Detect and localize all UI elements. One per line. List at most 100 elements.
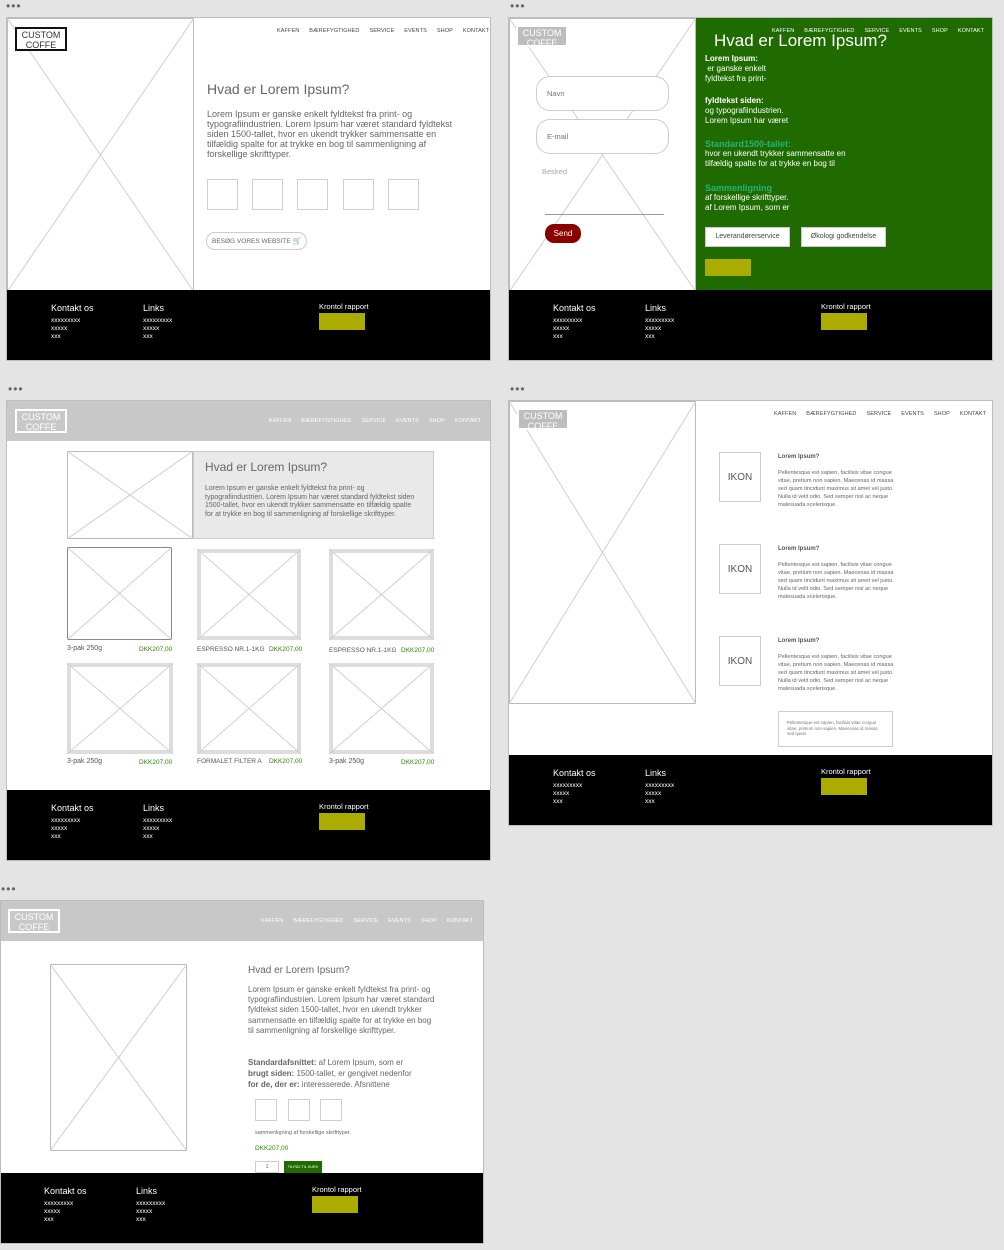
footer-link[interactable]: xxxxx bbox=[143, 825, 172, 833]
footer-report-button[interactable] bbox=[821, 313, 867, 330]
footer-link[interactable]: xxxxxxxxx bbox=[645, 317, 674, 325]
eco-approval-button[interactable]: Økologi godkendelse bbox=[801, 227, 886, 247]
nav-item-kontakt[interactable]: KONTAKT bbox=[463, 28, 489, 34]
product-image[interactable] bbox=[197, 549, 301, 640]
thumb-box[interactable] bbox=[207, 179, 238, 210]
footer-link[interactable]: xxx bbox=[645, 333, 674, 341]
footer-report-heading: Krontol rapport bbox=[319, 802, 369, 811]
nav-item-kaffen[interactable]: KAFFEN bbox=[261, 918, 283, 924]
logo-line: CUSTOM bbox=[523, 411, 563, 421]
nav-item-kaffen[interactable]: KAFFEN bbox=[269, 418, 291, 424]
product-image[interactable] bbox=[329, 549, 434, 640]
quantity-stepper[interactable]: 1 bbox=[255, 1161, 279, 1173]
footer-link[interactable]: xxx bbox=[143, 333, 172, 341]
product-name[interactable]: 3-pak 250g bbox=[67, 758, 102, 765]
nav-item-shop[interactable]: SHOP bbox=[437, 28, 453, 34]
footer-line: xxxxxxxxx bbox=[553, 782, 583, 789]
logo[interactable]: CUSTOM COFFE bbox=[8, 909, 60, 933]
footer-link[interactable]: xxx bbox=[645, 798, 674, 806]
footer-link[interactable]: xxx bbox=[143, 833, 172, 841]
thumb-box[interactable] bbox=[297, 179, 328, 210]
footer-link[interactable]: xxxxx bbox=[645, 790, 674, 798]
supplier-service-button[interactable]: Leverandørerservice bbox=[705, 227, 790, 247]
footer-link[interactable]: xxxxx bbox=[645, 325, 674, 333]
nav-item-events[interactable]: EVENTS bbox=[899, 28, 922, 34]
footer-link[interactable]: xxxxxxxxx bbox=[143, 817, 172, 825]
product-name[interactable]: ESPRESSO NR.1-1KG bbox=[197, 646, 265, 653]
product-name[interactable]: ESPRESSO NR.1-1KG bbox=[329, 647, 397, 654]
product-image[interactable] bbox=[67, 663, 173, 754]
variant-option[interactable] bbox=[320, 1099, 342, 1121]
nav-item-service[interactable]: SERVICE bbox=[354, 918, 379, 924]
footer-link[interactable]: xxx bbox=[136, 1216, 165, 1224]
product-image[interactable] bbox=[67, 547, 172, 640]
footer-links-lines: xxxxxxxxx xxxxx xxx bbox=[136, 1200, 165, 1224]
logo[interactable]: CUSTOM COFFE bbox=[517, 408, 569, 431]
product-image[interactable] bbox=[197, 663, 301, 754]
window-dots: ••• bbox=[8, 382, 24, 396]
footer-link[interactable]: xxxxxxxxx bbox=[136, 1200, 165, 1208]
logo[interactable]: CUSTOM COFFE bbox=[15, 27, 67, 51]
send-button[interactable]: Send bbox=[545, 224, 581, 243]
nav-item-events[interactable]: EVENTS bbox=[901, 411, 924, 417]
nav-item-events[interactable]: EVENTS bbox=[388, 918, 411, 924]
footer-contact-heading: Kontakt os bbox=[51, 303, 94, 313]
logo[interactable]: CUSTOM COFFE bbox=[516, 25, 568, 48]
wireframe-home: CUSTOM COFFE KAFFEN BÆREFYGTIGHED SERVIC… bbox=[6, 17, 491, 361]
product-name[interactable]: FORMALET FILTER A bbox=[197, 758, 262, 765]
thumb-box[interactable] bbox=[388, 179, 419, 210]
email-field[interactable] bbox=[536, 119, 669, 154]
intro-image-placeholder bbox=[67, 451, 193, 539]
nav-item-baeredygtighed[interactable]: BÆREFYGTIGHED bbox=[806, 411, 856, 417]
variant-option[interactable] bbox=[255, 1099, 277, 1121]
nav-item-kaffen[interactable]: KAFFEN bbox=[277, 28, 299, 34]
spec-key: brugt siden: bbox=[248, 1069, 295, 1078]
message-field[interactable]: Besked bbox=[542, 167, 567, 176]
nav-item-kontakt[interactable]: KONTAKT bbox=[447, 918, 473, 924]
product-name[interactable]: 3-pak 250g bbox=[329, 758, 364, 765]
nav-item-events[interactable]: EVENTS bbox=[404, 28, 427, 34]
footer-report-button[interactable] bbox=[319, 313, 365, 330]
nav-item-baeredygtighed[interactable]: BÆREFYGTIGHED bbox=[309, 28, 359, 34]
product-image[interactable] bbox=[329, 663, 434, 754]
footer-link[interactable]: xxxxx bbox=[136, 1208, 165, 1216]
panel-action-button[interactable] bbox=[705, 259, 751, 276]
footer-report-button[interactable] bbox=[821, 778, 867, 795]
nav-item-kontakt[interactable]: KONTAKT bbox=[958, 28, 984, 34]
name-field[interactable] bbox=[536, 76, 669, 111]
add-to-cart-button[interactable]: TILFØJ TIL KURV bbox=[284, 1161, 322, 1173]
nav-item-baeredygtighed[interactable]: BÆREFYGTIGHED bbox=[293, 918, 343, 924]
nav-item-baeredygtighed[interactable]: BÆREFYGTIGHED bbox=[301, 418, 351, 424]
info-block: fyldtekst siden: og typografiindustrien.… bbox=[705, 96, 788, 126]
nav-item-shop[interactable]: SHOP bbox=[429, 418, 445, 424]
footer: Kontakt os xxxxxxxxx xxxxx xxx Links xxx… bbox=[1, 1173, 483, 1243]
footer-link[interactable]: xxxxxxxxx bbox=[143, 317, 172, 325]
footer-report-button[interactable] bbox=[312, 1196, 358, 1213]
logo[interactable]: CUSTOM COFFE bbox=[15, 409, 67, 433]
footer-contact-lines: xxxxxxxxx xxxxx xxx bbox=[51, 817, 80, 841]
nav-item-kontakt[interactable]: KONTAKT bbox=[960, 411, 986, 417]
footer-link[interactable]: xxxxx bbox=[143, 325, 172, 333]
nav-item-shop[interactable]: SHOP bbox=[934, 411, 950, 417]
nav-item-kontakt[interactable]: KONTAKT bbox=[455, 418, 481, 424]
nav-item-shop[interactable]: SHOP bbox=[421, 918, 437, 924]
footer-report-button[interactable] bbox=[319, 813, 365, 830]
nav-item-kaffen[interactable]: KAFFEN bbox=[774, 411, 796, 417]
feature-title: Lorem Ipsum? bbox=[778, 638, 820, 644]
variant-option[interactable] bbox=[288, 1099, 310, 1121]
footer-link[interactable]: xxxxxxxxx bbox=[645, 782, 674, 790]
product-price: DKK207,00 bbox=[269, 758, 303, 765]
nav-item-events[interactable]: EVENTS bbox=[396, 418, 419, 424]
nav-item-shop[interactable]: SHOP bbox=[932, 28, 948, 34]
thumb-box[interactable] bbox=[343, 179, 374, 210]
main-nav: KAFFEN BÆREFYGTIGHED SERVICE EVENTS SHOP… bbox=[261, 918, 473, 924]
footer-contact-heading: Kontakt os bbox=[51, 803, 94, 813]
nav-item-service[interactable]: SERVICE bbox=[370, 28, 395, 34]
visit-website-button[interactable]: BESØG VORES WEBSITE 🛒 bbox=[206, 232, 308, 250]
footer-contact-lines: xxxxxxxxx xxxxx xxx bbox=[44, 1200, 73, 1224]
thumb-box[interactable] bbox=[252, 179, 283, 210]
nav-item-service[interactable]: SERVICE bbox=[867, 411, 892, 417]
product-name[interactable]: 3-pak 250g bbox=[67, 645, 102, 652]
nav-item-service[interactable]: SERVICE bbox=[362, 418, 387, 424]
hero-image-placeholder bbox=[7, 18, 194, 292]
